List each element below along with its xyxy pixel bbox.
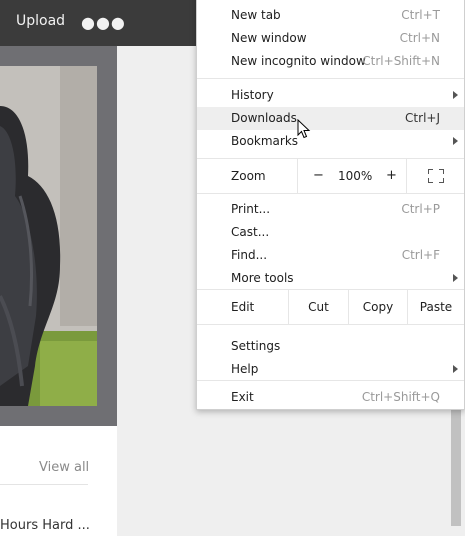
menu-item-help[interactable]: Help	[197, 358, 464, 381]
menu-item-label: Settings	[231, 339, 281, 353]
menu-item-label: New window	[231, 31, 307, 45]
submenu-arrow-icon	[453, 137, 458, 145]
zoom-in-button[interactable]: +	[386, 168, 397, 183]
menu-item-new-tab[interactable]: New tab Ctrl+T	[197, 4, 464, 27]
menu-item-label: New tab	[231, 8, 281, 22]
site-header: Upload ●●●	[0, 0, 196, 46]
copy-button[interactable]: Copy	[348, 290, 407, 324]
menu-item-shortcut: Ctrl+Shift+Q	[361, 390, 440, 404]
menu-item-downloads[interactable]: Downloads Ctrl+J	[197, 107, 464, 130]
article-headline[interactable]: Hours Hard ...	[0, 518, 117, 533]
gorilla-image	[0, 66, 97, 406]
zoom-label: Zoom	[231, 169, 266, 183]
menu-item-cast[interactable]: Cast...	[197, 221, 464, 244]
mouse-pointer-icon	[297, 119, 311, 139]
submenu-arrow-icon	[453, 274, 458, 282]
divider	[0, 484, 88, 485]
menu-item-label: More tools	[231, 271, 294, 285]
page-scrollbar-thumb[interactable]	[451, 398, 461, 526]
menu-item-exit[interactable]: Exit Ctrl+Shift+Q	[197, 386, 464, 409]
menu-item-label: Downloads	[231, 111, 297, 125]
menu-item-label: History	[231, 88, 274, 102]
menu-item-shortcut: Ctrl+Shift+N	[362, 54, 440, 68]
fullscreen-icon[interactable]	[428, 169, 444, 183]
menu-item-shortcut: Ctrl+N	[399, 31, 440, 45]
menu-divider	[197, 380, 464, 381]
menu-item-label: Exit	[231, 390, 254, 404]
menu-item-new-incognito-window[interactable]: New incognito window Ctrl+Shift+N	[197, 50, 464, 73]
menu-item-settings[interactable]: Settings	[197, 335, 464, 358]
submenu-arrow-icon	[453, 365, 458, 373]
paste-button[interactable]: Paste	[407, 290, 464, 324]
menu-divider	[197, 193, 464, 194]
menu-divider	[197, 78, 464, 79]
photo-frame	[0, 46, 117, 426]
menu-item-history[interactable]: History	[197, 84, 464, 107]
menu-item-shortcut: Ctrl+F	[401, 248, 440, 262]
menu-item-label: Print...	[231, 202, 271, 216]
menu-item-more-tools[interactable]: More tools	[197, 267, 464, 290]
menu-item-shortcut: Ctrl+J	[405, 111, 440, 125]
menu-item-find[interactable]: Find... Ctrl+F	[197, 244, 464, 267]
upload-link[interactable]: Upload	[16, 13, 65, 29]
menu-item-shortcut: Ctrl+P	[401, 202, 440, 216]
menu-item-label: Help	[231, 362, 259, 376]
gorilla-photo[interactable]	[0, 66, 97, 406]
cut-button[interactable]: Cut	[288, 290, 348, 324]
view-all-link[interactable]: View all	[39, 460, 89, 475]
chrome-menu: New tab Ctrl+T New window Ctrl+N New inc…	[196, 0, 465, 410]
zoom-row: Zoom − 100% +	[197, 159, 464, 193]
ellipsis-icon[interactable]: ●●●	[81, 13, 126, 32]
zoom-level: 100%	[338, 169, 373, 183]
menu-item-print[interactable]: Print... Ctrl+P	[197, 198, 464, 221]
edit-row: Edit Cut Copy Paste	[197, 290, 464, 324]
page-content: View all Hours Hard ...	[0, 46, 117, 536]
menu-item-new-window[interactable]: New window Ctrl+N	[197, 27, 464, 50]
zoom-controls: − 100% +	[297, 159, 407, 193]
menu-item-label: New incognito window	[231, 54, 366, 68]
edit-label: Edit	[231, 300, 255, 314]
menu-item-shortcut: Ctrl+T	[401, 8, 440, 22]
zoom-out-button[interactable]: −	[313, 168, 324, 183]
menu-item-label: Bookmarks	[231, 134, 299, 148]
menu-item-bookmarks[interactable]: Bookmarks	[197, 130, 464, 153]
menu-divider	[197, 324, 464, 325]
submenu-arrow-icon	[453, 91, 458, 99]
menu-item-label: Find...	[231, 248, 268, 262]
menu-item-label: Cast...	[231, 225, 270, 239]
